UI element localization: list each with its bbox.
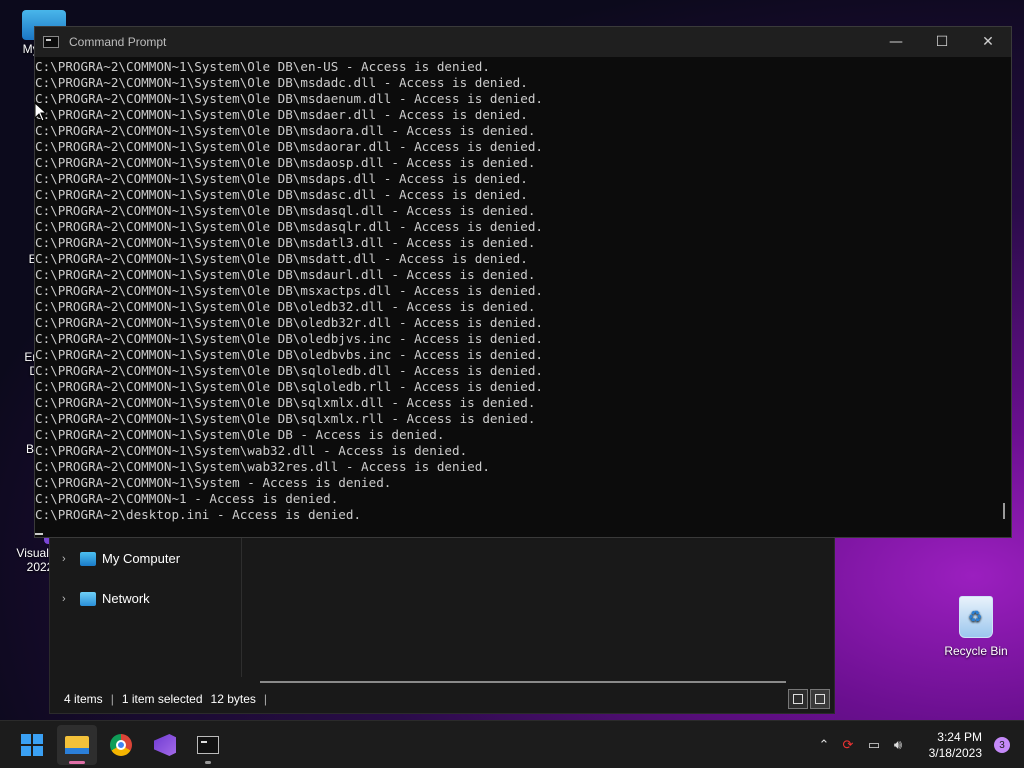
console-line: C:\PROGRA~2\COMMON~1\System\Ole DB\oledb… — [35, 347, 543, 362]
nav-item-label: My Computer — [102, 551, 181, 566]
sync-icon[interactable]: ⟳ — [838, 735, 858, 755]
console-line: C:\PROGRA~2\COMMON~1\System\Ole DB\oledb… — [35, 315, 543, 330]
desktop-icon-recycle-bin[interactable]: Recycle Bin — [940, 596, 1012, 658]
status-separator: | — [110, 692, 114, 706]
chrome-icon — [110, 734, 132, 756]
taskbar-visual-studio[interactable] — [145, 725, 185, 765]
start-button[interactable] — [12, 725, 52, 765]
console-line: C:\PROGRA~2\COMMON~1 - Access is denied. — [35, 491, 339, 506]
command-prompt-icon — [43, 36, 59, 48]
details-view-icon — [793, 694, 803, 704]
console-line: C:\PROGRA~2\COMMON~1\System\Ole DB\msdad… — [35, 75, 528, 90]
maximize-button[interactable]: ☐ — [919, 27, 965, 57]
recycle-bin-label: Recycle Bin — [944, 644, 1008, 658]
notification-badge[interactable]: 3 — [994, 737, 1010, 753]
status-selection: 1 item selected — [121, 692, 203, 706]
minimize-button[interactable]: — — [873, 27, 919, 57]
horizontal-scrollbar[interactable] — [260, 681, 786, 683]
large-icons-view-icon — [815, 694, 825, 704]
file-explorer-window: › My Computer › Network 4 items | 1 item… — [49, 520, 835, 714]
running-indicator — [69, 761, 85, 764]
window-title: Command Prompt — [69, 35, 167, 49]
start-icon — [21, 734, 43, 756]
command-prompt-icon — [197, 736, 219, 754]
system-tray: ⌃ ⟳ ▭ 🔊︎ — [814, 721, 908, 768]
console-line: C:\PROGRA~2\COMMON~1\System\Ole DB\msxac… — [35, 283, 543, 298]
nav-item-label: Network — [102, 591, 150, 606]
console-line: C:\PROGRA~2\COMMON~1\System\Ole DB\msdao… — [35, 123, 536, 138]
vertical-scrollbar[interactable] — [1003, 503, 1005, 519]
status-size: 12 bytes — [210, 692, 256, 706]
console-line: C:\PROGRA~2\COMMON~1\System\Ole DB - Acc… — [35, 427, 445, 442]
network-icon — [80, 591, 96, 606]
display-icon[interactable]: ▭ — [864, 735, 884, 755]
console-line: C:\PROGRA~2\COMMON~1\System\Ole DB\msdas… — [35, 187, 528, 202]
volume-icon[interactable]: 🔊︎ — [888, 735, 908, 755]
recycle-bin-icon — [959, 596, 993, 638]
status-item-count: 4 items — [64, 692, 103, 706]
console-line: C:\PROGRA~2\COMMON~1\System\Ole DB\en-US… — [35, 59, 490, 74]
console-line: C:\PROGRA~2\COMMON~1\System\Ole DB\sqlol… — [35, 379, 543, 394]
details-view-button[interactable] — [788, 689, 808, 709]
clock[interactable]: 3:24 PM 3/18/2023 — [929, 729, 982, 761]
console-line: C:\PROGRA~2\COMMON~1\System\Ole DB\msdap… — [35, 171, 528, 186]
console-line: C:\PROGRA~2\COMMON~1\System\Ole DB\oledb… — [35, 331, 543, 346]
large-icons-view-button[interactable] — [810, 689, 830, 709]
chevron-right-icon[interactable]: › — [62, 593, 74, 605]
taskbar-command-prompt[interactable] — [188, 725, 228, 765]
title-bar[interactable]: Command Prompt — ☐ ✕ — [35, 27, 1011, 57]
clock-time: 3:24 PM — [937, 730, 982, 744]
console-line: C:\PROGRA~2\desktop.ini - Access is deni… — [35, 507, 362, 522]
visual-studio-icon — [154, 734, 176, 756]
console-line: C:\PROGRA~2\COMMON~1\System\Ole DB\msdau… — [35, 267, 536, 282]
console-line: C:\PROGRA~2\COMMON~1\System\Ole DB\msdao… — [35, 139, 543, 154]
taskbar: ⌃ ⟳ ▭ 🔊︎ 3:24 PM 3/18/2023 3 — [0, 720, 1024, 768]
chevron-up-icon[interactable]: ⌃ — [814, 735, 834, 755]
console-line: C:\PROGRA~2\COMMON~1\System\Ole DB\msdas… — [35, 219, 543, 234]
status-separator: | — [263, 692, 268, 706]
console-line: C:\PROGRA~2\COMMON~1\System\Ole DB\msdao… — [35, 155, 536, 170]
console-line: C:\PROGRA~2\COMMON~1\System\Ole DB\sqlol… — [35, 363, 543, 378]
status-bar: 4 items | 1 item selected 12 bytes | — [50, 685, 834, 713]
console-line: C:\PROGRA~2\COMMON~1\System\wab32res.dll… — [35, 459, 490, 474]
close-button[interactable]: ✕ — [965, 27, 1011, 57]
console-line: C:\PROGRA~2\COMMON~1\System\Ole DB\oledb… — [35, 299, 536, 314]
console-line: C:\PROGRA~2\COMMON~1\System - Access is … — [35, 475, 392, 490]
mouse-pointer-icon — [34, 102, 48, 122]
console-line: C:\PROGRA~2\COMMON~1\System\wab32.dll - … — [35, 443, 468, 458]
console-line: C:\PROGRA~2\COMMON~1\System\Ole DB\msdae… — [35, 91, 543, 106]
file-explorer-icon — [65, 736, 89, 754]
nav-item-my-computer[interactable]: › My Computer — [62, 551, 180, 566]
text-cursor — [35, 533, 43, 535]
command-prompt-window: Command Prompt — ☐ ✕ C:\PROGRA~2\COMMON~… — [34, 26, 1012, 538]
clock-date: 3/18/2023 — [928, 746, 982, 760]
console-output[interactable]: C:\PROGRA~2\COMMON~1\System\Ole DB\en-US… — [35, 59, 995, 535]
console-line: C:\PROGRA~2\COMMON~1\System\Ole DB\msdat… — [35, 251, 528, 266]
navigation-pane: › My Computer › Network — [50, 521, 242, 677]
console-line: C:\PROGRA~2\COMMON~1\System\Ole DB\msdas… — [35, 203, 536, 218]
console-line: C:\PROGRA~2\COMMON~1\System\Ole DB\msdae… — [35, 107, 528, 122]
nav-item-network[interactable]: › Network — [62, 591, 150, 606]
running-indicator — [205, 761, 211, 764]
console-line: C:\PROGRA~2\COMMON~1\System\Ole DB\sqlxm… — [35, 395, 536, 410]
taskbar-chrome[interactable] — [101, 725, 141, 765]
chevron-right-icon[interactable]: › — [62, 553, 74, 565]
console-line: C:\PROGRA~2\COMMON~1\System\Ole DB\msdat… — [35, 235, 536, 250]
monitor-icon — [80, 551, 96, 566]
taskbar-file-explorer[interactable] — [57, 725, 97, 765]
console-line: C:\PROGRA~2\COMMON~1\System\Ole DB\sqlxm… — [35, 411, 536, 426]
